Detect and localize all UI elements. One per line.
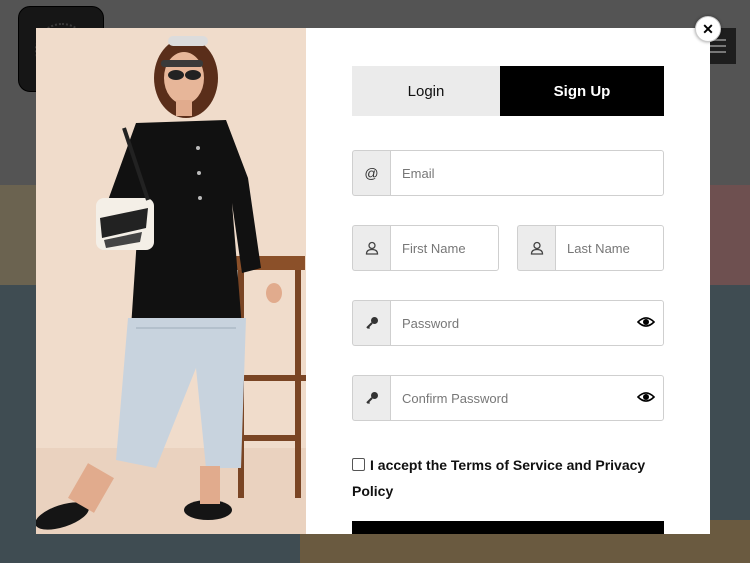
close-icon[interactable]: ✕ <box>695 16 721 42</box>
tab-login[interactable]: Login <box>352 66 500 116</box>
model-photo <box>36 28 306 534</box>
signup-modal: Login Sign Up @ Email First Name Last Na… <box>36 28 710 534</box>
last-name-input[interactable]: Last Name <box>555 225 664 271</box>
user-icon <box>517 225 555 271</box>
password-field-group: Password <box>352 300 664 346</box>
first-name-input[interactable]: First Name <box>390 225 499 271</box>
terms-consent: I accept the Terms of Service and Privac… <box>352 452 652 504</box>
last-name-field-group: Last Name <box>517 225 664 271</box>
key-icon <box>352 300 390 346</box>
signup-submit-button[interactable] <box>352 521 664 534</box>
confirm-password-field-group: Confirm Password <box>352 375 664 421</box>
password-input[interactable]: Password <box>390 300 664 346</box>
eye-icon[interactable] <box>637 315 655 329</box>
first-name-field-group: First Name <box>352 225 499 271</box>
terms-checkbox[interactable] <box>352 458 365 471</box>
auth-tabs: Login Sign Up <box>352 66 664 116</box>
password-placeholder: Password <box>402 315 460 331</box>
terms-label[interactable]: I accept the Terms of Service and Privac… <box>352 457 645 499</box>
confirm-password-input[interactable]: Confirm Password <box>390 375 664 421</box>
key-icon <box>352 375 390 421</box>
email-input[interactable]: Email <box>390 150 664 196</box>
confirm-password-placeholder: Confirm Password <box>402 390 509 406</box>
email-field-group: @ Email <box>352 150 664 196</box>
tab-signup[interactable]: Sign Up <box>500 66 664 116</box>
user-icon <box>352 225 390 271</box>
eye-icon[interactable] <box>637 390 655 404</box>
at-icon: @ <box>352 150 390 196</box>
